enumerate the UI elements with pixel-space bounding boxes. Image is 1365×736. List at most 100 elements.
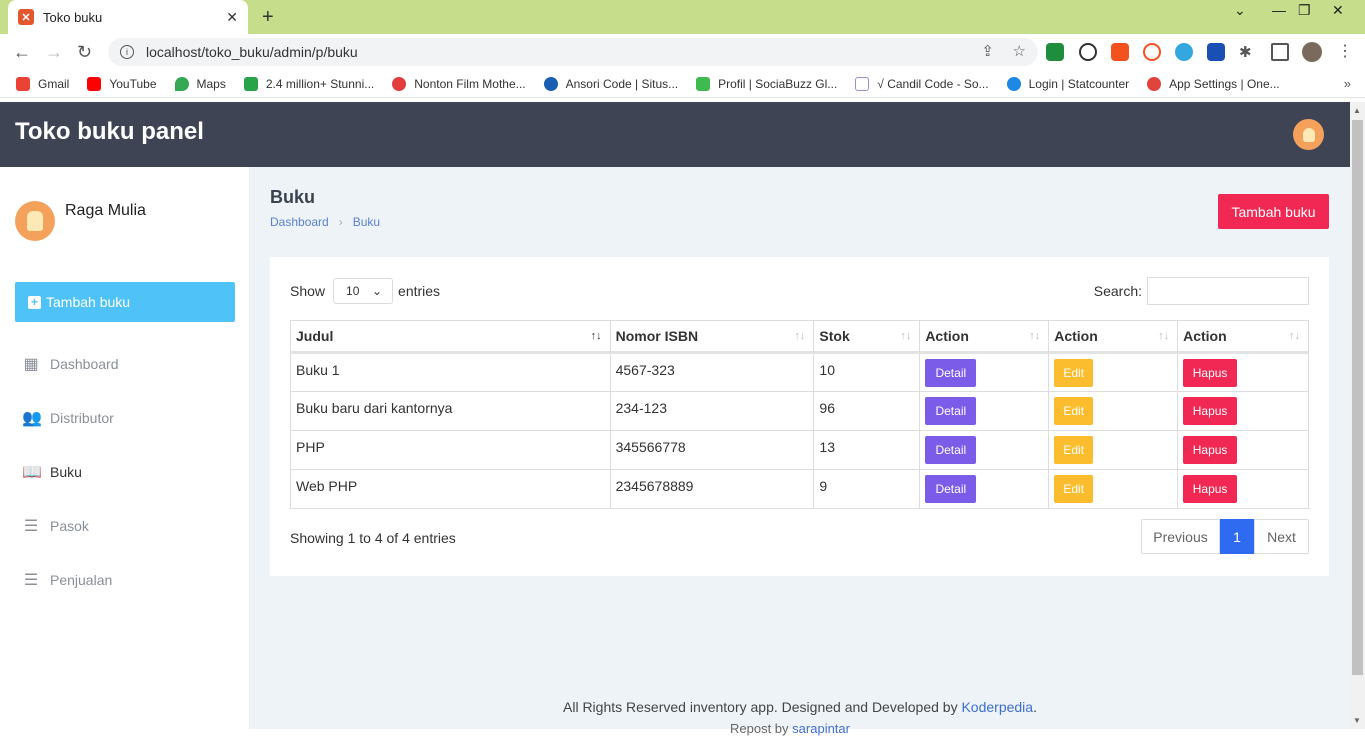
cell-action: Edit: [1048, 352, 1179, 392]
new-tab-icon[interactable]: +: [262, 6, 274, 29]
more-bookmarks-icon[interactable]: »: [1344, 76, 1351, 91]
user-avatar: [15, 201, 55, 241]
delete-button[interactable]: Hapus: [1183, 359, 1238, 387]
candil-code-icon: [855, 76, 870, 91]
bookmark-item[interactable]: YouTube: [87, 76, 157, 91]
sort-icon: ↑↓: [590, 330, 602, 342]
app-header: Toko buku panel: [0, 102, 1350, 167]
column-header-action[interactable]: Action ↑↓: [1048, 320, 1179, 354]
bookmark-item[interactable]: Profil | SociaBuzz Gl...: [696, 76, 837, 91]
youtube-icon: [87, 76, 102, 91]
cell-isbn: 345566778: [609, 430, 815, 470]
column-header-action[interactable]: Action ↑↓: [919, 320, 1050, 354]
cell-action: Hapus: [1177, 469, 1309, 509]
scrollbar-thumb[interactable]: [1352, 120, 1363, 675]
extension-blogger-icon[interactable]: [1111, 43, 1129, 61]
detail-button[interactable]: Detail: [925, 436, 977, 464]
browser-tab[interactable]: ✕ Toko buku ✕: [8, 0, 248, 34]
share-icon[interactable]: ⇪: [981, 42, 994, 60]
sidebar-item-buku[interactable]: 📖 Buku: [22, 460, 242, 484]
gmail-icon: [16, 76, 30, 91]
extension-sheets-icon[interactable]: [1046, 43, 1064, 61]
edit-button[interactable]: Edit: [1054, 436, 1094, 464]
extension-icon[interactable]: [1143, 43, 1161, 61]
bookmark-item[interactable]: App Settings | One...: [1147, 76, 1280, 91]
breadcrumb-buku[interactable]: Buku: [353, 215, 380, 229]
previous-page-button[interactable]: Previous: [1141, 519, 1220, 554]
scroll-down-icon[interactable]: ▼: [1353, 716, 1361, 725]
breadcrumb: Dashboard › Buku: [270, 215, 380, 229]
side-panel-icon[interactable]: [1271, 43, 1289, 61]
sidebar-item-pasok[interactable]: ☰ Pasok: [22, 514, 242, 538]
detail-button[interactable]: Detail: [925, 475, 977, 503]
cell-isbn: 234-123: [609, 391, 815, 431]
sidebar-add-book-button[interactable]: + Tambah buku: [15, 282, 235, 322]
reload-icon[interactable]: ↻: [77, 42, 92, 63]
edit-button[interactable]: Edit: [1054, 359, 1094, 387]
bookmark-item[interactable]: Maps: [174, 76, 226, 91]
delete-button[interactable]: Hapus: [1183, 397, 1238, 425]
bookmark-item[interactable]: Ansori Code | Situs...: [543, 76, 678, 91]
search-input[interactable]: [1147, 277, 1309, 305]
entries-select[interactable]: 10 ⌄: [333, 278, 394, 304]
footer-link-koderpedia[interactable]: Koderpedia: [961, 699, 1033, 715]
extension-icon[interactable]: [1079, 43, 1097, 61]
books-table-card: Show 10 ⌄ entries Search: Judul ↑↓ Nomor …: [270, 257, 1329, 576]
lightbulb-icon: [1302, 127, 1315, 142]
column-header-action[interactable]: Action ↑↓: [1177, 320, 1309, 354]
footer: All Rights Reserved inventory app. Desig…: [563, 699, 1037, 715]
restore-icon[interactable]: ❐: [1298, 2, 1311, 19]
column-header-judul[interactable]: Judul ↑↓: [290, 320, 611, 354]
sidebar-item-penjualan[interactable]: ☰ Penjualan: [22, 568, 242, 592]
statcounter-icon: [1006, 76, 1021, 91]
sidebar-item-distributor[interactable]: 👥 Distributor: [22, 406, 242, 430]
tab-search-icon[interactable]: ⌄: [1234, 2, 1246, 19]
delete-button[interactable]: Hapus: [1183, 436, 1238, 464]
scroll-up-icon[interactable]: ▲: [1353, 106, 1361, 115]
edit-button[interactable]: Edit: [1054, 397, 1094, 425]
sidebar-item-dashboard[interactable]: ▦ Dashboard: [22, 352, 242, 376]
add-book-button[interactable]: Tambah buku: [1218, 194, 1329, 229]
bookmark-item[interactable]: √ Candil Code - So...: [855, 76, 989, 91]
cell-action: Hapus: [1177, 430, 1309, 470]
dashboard-icon: ▦: [23, 356, 39, 373]
ansori-code-icon: [543, 76, 558, 91]
next-page-button[interactable]: Next: [1254, 519, 1309, 554]
app-title: Toko buku panel: [15, 118, 204, 145]
delete-button[interactable]: Hapus: [1183, 475, 1238, 503]
minimize-icon[interactable]: —: [1272, 2, 1286, 18]
table-row: PHP 345566778 13 Detail Edit Hapus: [290, 430, 1309, 470]
cell-action: Detail: [919, 391, 1050, 431]
lightbulb-icon: [27, 211, 43, 231]
menu-kebab-icon[interactable]: ⋮: [1337, 41, 1355, 60]
page-scrollbar[interactable]: ▲ ▼: [1350, 102, 1365, 729]
extension-icon[interactable]: [1207, 43, 1225, 61]
breadcrumb-dashboard[interactable]: Dashboard: [270, 215, 329, 229]
bookmark-item[interactable]: Nonton Film Mothe...: [392, 76, 526, 91]
bookmark-item[interactable]: 2.4 million+ Stunni...: [243, 76, 374, 91]
sidebar: Raga Mulia + Tambah buku ▦ Dashboard 👥 D…: [0, 167, 250, 729]
column-header-isbn[interactable]: Nomor ISBN ↑↓: [609, 320, 815, 354]
column-header-stok[interactable]: Stok ↑↓: [813, 320, 921, 354]
page-1-button[interactable]: 1: [1220, 519, 1254, 554]
extensions-puzzle-icon[interactable]: ✱: [1239, 43, 1257, 61]
bookmark-item[interactable]: Gmail: [16, 76, 69, 91]
back-icon[interactable]: ←: [13, 42, 31, 63]
extension-icon[interactable]: [1175, 43, 1193, 61]
address-bar[interactable]: i localhost/toko_buku/admin/p/buku ⇪ ☆: [108, 38, 1038, 66]
close-tab-icon[interactable]: ✕: [226, 9, 238, 26]
edit-button[interactable]: Edit: [1054, 475, 1094, 503]
book-icon: 📖: [22, 464, 42, 481]
profile-avatar[interactable]: [1302, 42, 1322, 62]
table-row: Buku baru dari kantornya 234-123 96 Deta…: [290, 391, 1309, 431]
forward-icon[interactable]: →: [45, 42, 63, 63]
detail-button[interactable]: Detail: [925, 397, 977, 425]
header-avatar[interactable]: [1293, 119, 1324, 150]
bookmark-item[interactable]: Login | Statcounter: [1006, 76, 1129, 91]
main-content: Buku Dashboard › Buku Tambah buku Show 1…: [250, 167, 1350, 736]
detail-button[interactable]: Detail: [925, 359, 977, 387]
cell-action: Detail: [919, 469, 1050, 509]
close-window-icon[interactable]: ✕: [1332, 2, 1344, 19]
bookmark-star-icon[interactable]: ☆: [1013, 42, 1026, 60]
info-icon[interactable]: i: [120, 45, 134, 59]
